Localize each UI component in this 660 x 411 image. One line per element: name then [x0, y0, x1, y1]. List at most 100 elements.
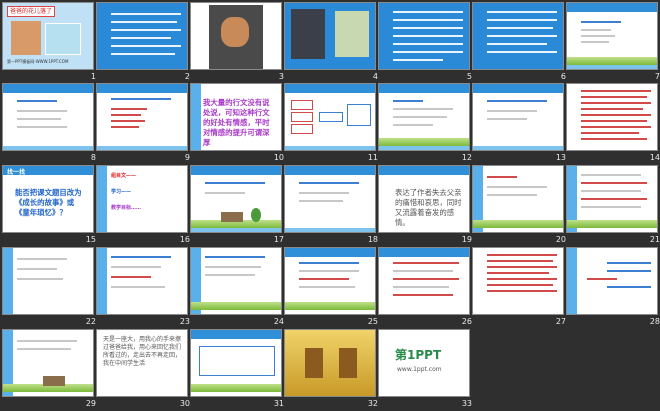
- slide-thumb-3[interactable]: 3: [190, 2, 284, 84]
- text-line: [393, 100, 423, 102]
- slide-canvas[interactable]: [96, 247, 188, 315]
- slide-thumb-24[interactable]: 24: [190, 247, 284, 329]
- slide-canvas[interactable]: [472, 165, 564, 233]
- slide-canvas[interactable]: [284, 329, 376, 397]
- slide-canvas[interactable]: [378, 247, 470, 315]
- slide-canvas[interactable]: 天是一座大，用我心的手来擦过爸爸给我，用心来回忆我们所看过的，走出去不再走回，我…: [96, 329, 188, 397]
- slide-thumb-28[interactable]: 28: [566, 247, 660, 329]
- text-line: [17, 110, 67, 112]
- text-line: [581, 108, 643, 110]
- slide-photo: [11, 21, 41, 55]
- text-line: [393, 262, 459, 264]
- diagram-box: [291, 100, 313, 110]
- slide-thumb-7[interactable]: 7: [566, 2, 660, 84]
- slide-heading: 教学目标……: [111, 205, 142, 211]
- slide-heading: 学习——: [111, 189, 132, 195]
- text-line: [581, 182, 647, 184]
- slide-canvas[interactable]: 爸爸的花儿落了 第一PPT模板网-WWW.1PPT.COM: [2, 2, 94, 70]
- slide-canvas[interactable]: [472, 247, 564, 315]
- slide-thumb-26[interactable]: 26: [378, 247, 472, 329]
- slide-thumb-5[interactable]: 5: [378, 2, 472, 84]
- text-line: [581, 35, 615, 37]
- text-line: [487, 284, 553, 286]
- slide-thumb-18[interactable]: 18: [284, 165, 378, 247]
- slide-canvas[interactable]: 我大量的行文没有说处说，可知这种行文的好处有情感，平时对情感的提升可谓深厚: [190, 83, 282, 151]
- slide-thumb-27[interactable]: 27: [472, 247, 566, 329]
- slide-canvas[interactable]: [190, 247, 282, 315]
- slide-thumb-1[interactable]: 爸爸的花儿落了 第一PPT模板网-WWW.1PPT.COM 1: [2, 2, 96, 84]
- slide-canvas[interactable]: 表达了作者失去父亲的痛惜和哀思，同时又流露着奋发的感情。: [378, 165, 470, 233]
- slide-canvas[interactable]: [472, 83, 564, 151]
- slide-thumb-30[interactable]: 天是一座大，用我心的手来擦过爸爸给我，用心来回忆我们所看过的，走出去不再走回，我…: [96, 329, 190, 411]
- text-line: [581, 29, 611, 31]
- slide-canvas[interactable]: [472, 2, 564, 70]
- slide-thumb-25[interactable]: 25: [284, 247, 378, 329]
- slide-canvas[interactable]: [284, 247, 376, 315]
- slide-thumb-12[interactable]: 12: [378, 83, 472, 165]
- slide-thumb-15[interactable]: 找一找 能否把课文题目改为《成长的故事》或《童年琐忆》？ 15: [2, 165, 96, 247]
- slide-thumb-20[interactable]: 20: [472, 165, 566, 247]
- slide-thumb-33[interactable]: 第1PPT www.1ppt.com 33: [378, 329, 472, 411]
- slide-canvas[interactable]: [284, 165, 376, 233]
- slide-thumb-11[interactable]: 11: [284, 83, 378, 165]
- slide-canvas[interactable]: 第1PPT www.1ppt.com: [378, 329, 470, 397]
- slide-canvas[interactable]: [2, 83, 94, 151]
- slide-canvas[interactable]: [96, 2, 188, 70]
- slide-canvas[interactable]: [96, 83, 188, 151]
- slide-thumb-14[interactable]: 14: [566, 83, 660, 165]
- slide-canvas[interactable]: 找一找 能否把课文题目改为《成长的故事》或《童年琐忆》？: [2, 165, 94, 233]
- slide-thumb-22[interactable]: 22: [2, 247, 96, 329]
- slide-number: 5: [466, 72, 472, 81]
- text-line: [487, 176, 517, 178]
- slide-thumb-32[interactable]: 32: [284, 329, 378, 411]
- slide-canvas[interactable]: [190, 329, 282, 397]
- slide-canvas[interactable]: [378, 83, 470, 151]
- text-line: [581, 174, 641, 176]
- slide-thumb-23[interactable]: 23: [96, 247, 190, 329]
- slide-canvas[interactable]: [284, 83, 376, 151]
- slide-canvas[interactable]: [378, 2, 470, 70]
- slide-header-bar: [191, 330, 281, 339]
- slide-tree: [251, 208, 261, 222]
- slide-canvas[interactable]: [566, 83, 658, 151]
- slide-canvas[interactable]: [190, 165, 282, 233]
- slide-thumb-21[interactable]: 21: [566, 165, 660, 247]
- slide-thumb-4[interactable]: 4: [284, 2, 378, 84]
- slide-canvas[interactable]: [190, 2, 282, 70]
- slide-canvas[interactable]: 组目文—— 学习—— 教学目标……: [96, 165, 188, 233]
- slide-thumb-8[interactable]: 8: [2, 83, 96, 165]
- slide-body-text: 能否把课文题目改为《成长的故事》或《童年琐忆》？: [15, 188, 82, 217]
- slide-body-text: 我大量的行文没有说处说，可知这种行文的好处有情感，平时对情感的提升可谓深厚: [203, 98, 270, 147]
- slide-canvas[interactable]: [566, 247, 658, 315]
- text-line: [111, 37, 171, 39]
- slide-canvas[interactable]: [2, 329, 94, 397]
- text-line: [17, 258, 67, 260]
- slide-thumb-6[interactable]: 6: [472, 2, 566, 84]
- slide-canvas[interactable]: [566, 2, 658, 70]
- slide-number: 24: [273, 317, 284, 326]
- slide-thumb-17[interactable]: 17: [190, 165, 284, 247]
- slide-thumb-16[interactable]: 组目文—— 学习—— 教学目标…… 16: [96, 165, 190, 247]
- text-line: [487, 51, 557, 53]
- slide-footer-bar: [191, 228, 281, 232]
- slide-thumb-10[interactable]: 我大量的行文没有说处说，可知这种行文的好处有情感，平时对情感的提升可谓深厚 10: [190, 83, 284, 165]
- slide-canvas[interactable]: [566, 165, 658, 233]
- text-line: [111, 13, 181, 15]
- slide-canvas[interactable]: [284, 2, 376, 70]
- slide-thumb-19[interactable]: 表达了作者失去父亲的痛惜和哀思，同时又流露着奋发的感情。 19: [378, 165, 472, 247]
- text-line: [393, 27, 463, 29]
- slide-number: 10: [273, 153, 284, 162]
- text-line: [581, 126, 651, 128]
- text-line: [581, 198, 647, 200]
- slide-side-bar: [3, 248, 13, 314]
- slide-canvas[interactable]: [2, 247, 94, 315]
- slide-footer-bar: [285, 146, 375, 150]
- slide-photo: [335, 11, 369, 57]
- text-line: [299, 192, 349, 194]
- slide-thumb-31[interactable]: 31: [190, 329, 284, 411]
- slide-thumb-29[interactable]: 29: [2, 329, 96, 411]
- slide-footer-bar: [3, 146, 93, 150]
- slide-thumb-13[interactable]: 13: [472, 83, 566, 165]
- slide-thumb-9[interactable]: 9: [96, 83, 190, 165]
- slide-thumb-2[interactable]: 2: [96, 2, 190, 84]
